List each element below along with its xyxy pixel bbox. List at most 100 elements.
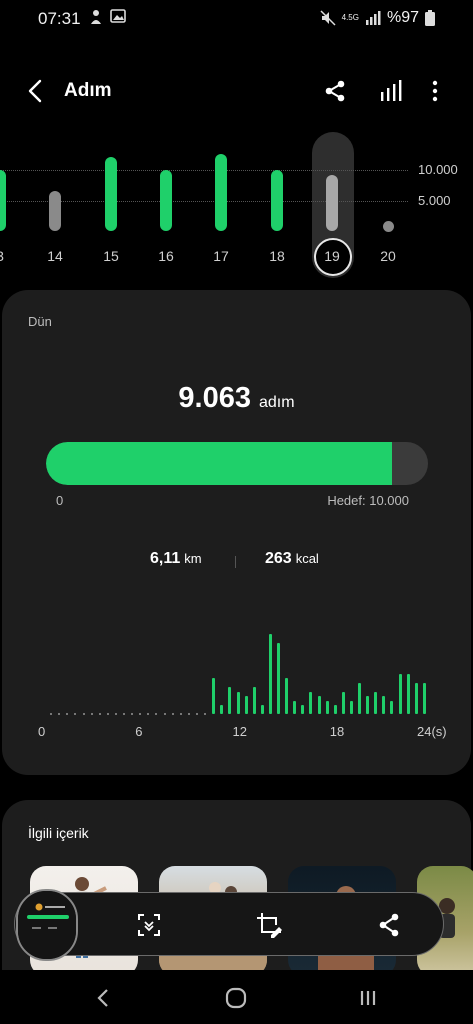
day-label-14: 14 — [47, 248, 63, 264]
app-header: Adım — [0, 70, 473, 114]
progress-start-label: 0 — [56, 493, 64, 508]
hourly-baseline-dot — [98, 713, 101, 715]
gridline-label-5000: 5.000 — [418, 193, 451, 208]
goal-label: Hedef: 10.000 — [327, 493, 409, 508]
nav-home-icon[interactable] — [222, 984, 250, 1012]
hourly-bar — [277, 642, 281, 714]
notification-icon — [91, 10, 101, 24]
hourly-bar — [236, 691, 240, 714]
crop-edit-icon[interactable] — [255, 911, 283, 939]
hourly-bar — [228, 687, 232, 714]
hourly-baseline-dot — [204, 713, 207, 715]
hourly-bar — [422, 682, 426, 714]
stats-divider — [235, 556, 236, 568]
share-icon[interactable] — [322, 78, 348, 104]
scroll-capture-icon[interactable] — [135, 911, 163, 939]
hourly-bar — [366, 696, 370, 714]
hourly-bar — [260, 705, 264, 714]
day-label-3: 3 — [0, 248, 15, 264]
day-bar-20[interactable] — [383, 221, 394, 232]
hourly-bar — [358, 682, 362, 714]
calories-stat: 263 kcal — [265, 550, 319, 568]
network-type: 4.5G — [341, 13, 359, 22]
steps-summary: 9.063 adım — [2, 382, 471, 415]
more-options-icon[interactable] — [422, 78, 448, 104]
goal-progress-fill — [46, 442, 393, 485]
daily-summary-card: Dün 9.063 adım 0 Hedef: 10.000 6,11 km 263… — [2, 290, 471, 775]
day-bar-16[interactable] — [160, 170, 172, 231]
hourly-bar — [252, 687, 256, 714]
steps-count: 9.063 — [178, 382, 251, 414]
hourly-baseline-dot — [74, 713, 77, 715]
hourly-baseline-dot — [195, 713, 198, 715]
back-arrow-icon[interactable] — [24, 78, 48, 104]
hourly-bar — [309, 691, 313, 714]
day-bar-3[interactable] — [0, 170, 6, 231]
nav-back-icon[interactable] — [90, 984, 118, 1012]
hourly-bar — [382, 696, 386, 714]
gridline-10000 — [0, 170, 408, 171]
screenshot-preview-thumbnail[interactable] — [16, 889, 78, 961]
hourly-baseline-dot — [179, 713, 182, 715]
hourly-baseline-dot — [147, 713, 150, 715]
hourly-baseline-dot — [82, 713, 85, 715]
gridline-5000 — [0, 201, 408, 202]
hourly-bar — [244, 696, 248, 714]
hourly-baseline-dot — [90, 713, 93, 715]
trends-chart-icon[interactable] — [378, 78, 404, 104]
hourly-steps-chart: 0 6 12 18 24(s) — [36, 620, 447, 750]
day-bar-17[interactable] — [215, 153, 227, 231]
hourly-axis-label: 6 — [135, 724, 143, 739]
signal-icon — [365, 11, 381, 25]
hourly-baseline-dot — [58, 713, 61, 715]
gridline-label-10000: 10.000 — [418, 162, 458, 177]
hourly-bar — [325, 700, 329, 714]
steps-unit: adım — [259, 394, 295, 411]
hourly-axis-label: 0 — [38, 724, 46, 739]
hourly-bar — [317, 696, 321, 714]
mute-icon — [320, 10, 336, 26]
hourly-bar — [341, 691, 345, 714]
share-screenshot-icon[interactable] — [375, 911, 403, 939]
hourly-baseline-dot — [66, 713, 69, 715]
hourly-bar — [406, 674, 410, 714]
hourly-baseline-dot — [50, 713, 53, 715]
hourly-baseline-dot — [139, 713, 142, 715]
system-navigation-bar — [0, 970, 473, 1024]
hourly-bar — [398, 674, 402, 714]
distance-stat: 6,11 km — [150, 550, 202, 568]
page-title: Adım — [64, 80, 112, 101]
hourly-baseline-dot — [187, 713, 190, 715]
hourly-axis-label: 18 — [329, 724, 345, 739]
hourly-axis-label: 12 — [232, 724, 247, 739]
hourly-axis-label: 24(s) — [417, 724, 447, 739]
day-label-17: 17 — [213, 248, 229, 264]
status-bar: 07:31 4.5G %97 — [0, 0, 473, 36]
distance-unit: km — [184, 551, 202, 566]
hourly-baseline-dot — [171, 713, 174, 715]
day-bar-18[interactable] — [271, 170, 283, 231]
weekly-steps-chart[interactable]: 10.000 5.000 3 14 15 16 17 18 19 20 — [0, 130, 473, 280]
hourly-baseline-dot — [114, 713, 117, 715]
day-bar-19[interactable] — [326, 174, 338, 231]
hourly-baseline-dot — [123, 713, 126, 715]
nav-recents-icon[interactable] — [354, 984, 382, 1012]
calories-unit: kcal — [295, 551, 319, 566]
day-bar-15[interactable] — [105, 156, 117, 231]
hourly-bar — [268, 634, 272, 714]
day-label-15: 15 — [103, 248, 119, 264]
stats-row: 6,11 km 263 kcal — [2, 550, 471, 574]
hourly-baseline-dot — [155, 713, 158, 715]
battery-icon — [425, 10, 435, 26]
day-label-19: 19 — [324, 248, 340, 264]
distance-value: 6,11 — [150, 550, 181, 567]
hourly-bar — [390, 700, 394, 714]
hourly-bar — [333, 705, 337, 714]
day-bar-14[interactable] — [49, 190, 61, 231]
gallery-icon — [110, 9, 126, 23]
preview-image — [18, 891, 76, 959]
hourly-bar — [285, 678, 289, 714]
screenshot-toolbar — [14, 889, 444, 961]
hourly-bar — [212, 678, 216, 714]
status-time: 07:31 — [38, 9, 81, 28]
